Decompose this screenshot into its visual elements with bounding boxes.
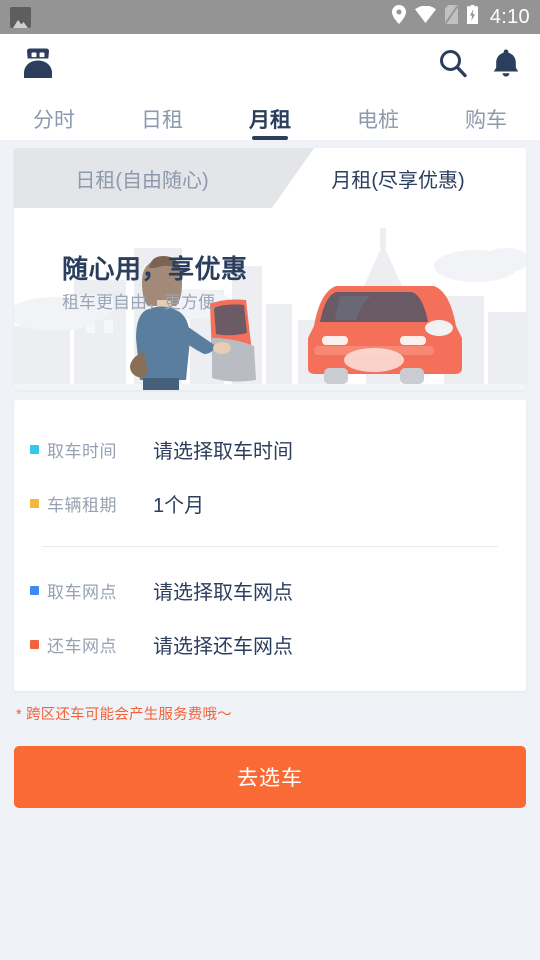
segment-daily-rental[interactable]: 日租(自由随心) (14, 148, 270, 208)
tab-label: 分时 (33, 109, 75, 132)
no-sim-icon (444, 5, 459, 29)
segment-label: 日租(自由随心) (75, 169, 209, 192)
banner-title: 随心用，享优惠 (62, 254, 248, 284)
row-value: 1个月 (153, 494, 205, 517)
row-bullet (30, 639, 39, 649)
booking-form-card: 取车时间 请选择取车时间 车辆租期 1个月 取车网点 请选择取车网点 还车网点 … (14, 400, 526, 691)
wifi-icon (414, 5, 436, 28)
promo-banner: 随心用，享优惠 租车更自由，更方便 (14, 208, 526, 390)
row-label: 还车网点 (47, 636, 117, 656)
segment-label: 月租(尽享优惠) (331, 169, 465, 192)
form-row-return-location[interactable]: 还车网点 请选择还车网点 (14, 617, 526, 671)
tab-yuezu[interactable]: 月租 (216, 92, 324, 140)
driver-avatar-icon[interactable] (20, 46, 56, 80)
promo-card: 日租(自由随心) 月租(尽享优惠) 随心用，享优惠 租车更自由，更方便 (14, 148, 526, 390)
active-tab-indicator (252, 136, 288, 140)
top-tab-bar: 分时 日租 月租 电桩 购车 (0, 92, 540, 140)
battery-charging-icon (466, 5, 478, 29)
segment-monthly-rental[interactable]: 月租(尽享优惠) (270, 148, 526, 208)
page-content: 日租(自由随心) 月租(尽享优惠) 随心用，享优惠 租车更自由，更方便 取车时间… (0, 148, 540, 808)
row-value: 请选择取车时间 (153, 440, 293, 463)
rental-type-segmented-control: 日租(自由随心) 月租(尽享优惠) (14, 148, 526, 208)
tab-rizu[interactable]: 日租 (108, 92, 216, 140)
select-car-button[interactable]: 去选车 (14, 746, 526, 808)
row-bullet (30, 585, 39, 595)
row-label: 车辆租期 (47, 495, 117, 515)
form-row-rental-period[interactable]: 车辆租期 1个月 (14, 476, 526, 530)
status-bar-clock: 4:10 (489, 5, 530, 28)
row-value: 请选择还车网点 (153, 635, 293, 658)
row-label: 取车网点 (47, 582, 117, 602)
tab-label: 电桩 (357, 109, 399, 132)
app-bar (0, 34, 540, 92)
row-bullet (30, 444, 39, 454)
status-bar: 4:10 (0, 0, 540, 34)
form-divider (42, 546, 498, 547)
location-icon (391, 5, 406, 29)
status-bar-left (10, 6, 31, 28)
tab-gouche[interactable]: 购车 (432, 92, 540, 140)
row-value: 请选择取车网点 (153, 581, 293, 604)
form-row-pickup-time[interactable]: 取车时间 请选择取车时间 (14, 422, 526, 476)
row-bullet (30, 498, 39, 508)
tab-label: 日租 (141, 109, 183, 132)
tab-label: 购车 (465, 109, 507, 132)
row-label: 取车时间 (47, 441, 117, 461)
service-fee-note: * 跨区还车可能会产生服务费哦～ (16, 707, 232, 723)
banner-text-block: 随心用，享优惠 租车更自由，更方便 (62, 253, 248, 314)
status-bar-right: 4:10 (391, 5, 530, 29)
search-icon[interactable] (438, 48, 468, 78)
tab-dianzhuang[interactable]: 电桩 (324, 92, 432, 140)
form-row-pickup-location[interactable]: 取车网点 请选择取车网点 (14, 563, 526, 617)
bell-icon[interactable] (492, 48, 520, 78)
tab-fenshi[interactable]: 分时 (0, 92, 108, 140)
banner-subtitle: 租车更自由，更方便 (62, 292, 215, 312)
screenshot-icon (10, 6, 31, 28)
